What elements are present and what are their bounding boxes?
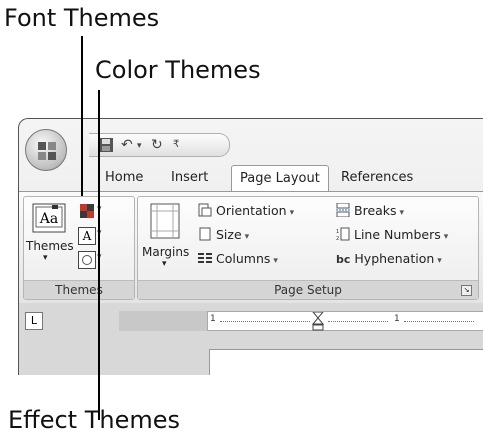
line-numbers-icon: 12 (336, 227, 350, 244)
word-window: ↶ ▾ ↻ ₹ Home Insert Page Layout Referenc… (18, 118, 483, 375)
themes-gallery-icon: Aa (32, 203, 66, 233)
customize-qat-icon[interactable]: ₹ (173, 139, 179, 150)
columns-label: Columns (216, 251, 271, 266)
theme-effects-icon (78, 251, 96, 269)
line-numbers-button[interactable]: 12 Line Numbers ▾ (336, 227, 448, 244)
ribbon-tabs: Home Insert Page Layout References (19, 165, 483, 193)
hyphenation-label: Hyphenation (354, 251, 435, 266)
office-logo-icon (38, 142, 56, 160)
save-icon[interactable] (99, 138, 113, 152)
document-page[interactable] (209, 349, 483, 375)
ruler-mark-1: 1 (210, 314, 216, 324)
svg-text:2: 2 (336, 236, 339, 241)
margins-label: Margins (142, 245, 190, 259)
themes-dropdown-icon: ▾ (43, 253, 48, 263)
margins-icon (150, 203, 180, 239)
color-themes-leader-line (98, 90, 100, 420)
ribbon: Aa Themes ▾ ▾ A ▾ ▾ (19, 191, 483, 304)
columns-button[interactable]: Columns ▾ (198, 251, 278, 267)
tab-references[interactable]: References (333, 165, 421, 191)
themes-button-label: Themes (26, 239, 74, 253)
color-themes-callout: Color Themes (95, 56, 261, 84)
quick-access-toolbar: ↶ ▾ ↻ ₹ (89, 133, 230, 157)
ruler-mark-2: 1 (394, 314, 400, 324)
chevron-down-icon: ▾ (289, 208, 295, 218)
columns-icon (198, 252, 212, 267)
indent-marker-icon[interactable] (312, 312, 324, 332)
undo-icon[interactable]: ↶ (121, 137, 133, 153)
chevron-down-icon: ▾ (399, 208, 405, 218)
size-label: Size (216, 227, 242, 242)
chevron-down-icon: ▾ (244, 232, 250, 242)
hyphenation-icon: bc (336, 253, 351, 266)
orientation-button[interactable]: Orientation ▾ (198, 203, 294, 220)
margins-button[interactable]: Margins ▾ (142, 201, 192, 275)
effect-themes-callout: Effect Themes (8, 406, 180, 434)
breaks-button[interactable]: Breaks ▾ (336, 202, 405, 220)
undo-dropdown-icon[interactable]: ▾ (137, 141, 142, 151)
chevron-down-icon: ▾ (162, 259, 167, 269)
theme-effects-button[interactable]: ▾ (78, 249, 108, 271)
chevron-down-icon: ▾ (437, 256, 442, 266)
svg-text:1: 1 (336, 229, 339, 235)
tab-page-layout[interactable]: Page Layout (231, 165, 329, 193)
horizontal-ruler[interactable]: 1 1 (207, 311, 483, 331)
tab-selector-button[interactable]: L (25, 312, 43, 330)
breaks-icon (336, 202, 350, 220)
font-themes-leader-line (81, 36, 83, 196)
orientation-icon (198, 203, 212, 220)
page-setup-group: Margins ▾ Orientation▾ Size▾ Columns▾ (137, 196, 479, 300)
tab-home[interactable]: Home (97, 165, 151, 191)
redo-icon[interactable]: ↻ (151, 137, 163, 153)
font-themes-callout: Font Themes (4, 4, 160, 32)
size-button[interactable]: Size ▾ (198, 227, 249, 244)
tab-insert[interactable]: Insert (163, 165, 216, 191)
chevron-down-icon: ▾ (273, 256, 278, 266)
chevron-down-icon: ▾ (443, 232, 449, 242)
themes-group: Aa Themes ▾ ▾ A ▾ ▾ (23, 196, 135, 300)
theme-colors-button[interactable]: ▾ (78, 201, 108, 223)
theme-fonts-icon: A (78, 227, 96, 245)
theme-colors-icon (80, 204, 94, 218)
line-numbers-label: Line Numbers (354, 227, 441, 242)
page-setup-group-label: Page Setup (138, 280, 478, 299)
svg-text:Aa: Aa (39, 211, 58, 227)
breaks-label: Breaks (354, 203, 397, 218)
ruler-margin-left (119, 311, 207, 331)
themes-button[interactable]: Aa Themes ▾ (26, 201, 74, 271)
theme-fonts-button[interactable]: A ▾ (78, 225, 108, 247)
ruler-area: L 1 1 (19, 303, 483, 375)
size-icon (198, 227, 212, 244)
orientation-label: Orientation (216, 203, 287, 218)
dialog-launcher-icon[interactable]: ↘ (461, 285, 472, 296)
themes-group-label: Themes (24, 280, 134, 299)
hyphenation-button[interactable]: bc Hyphenation ▾ (336, 251, 442, 266)
